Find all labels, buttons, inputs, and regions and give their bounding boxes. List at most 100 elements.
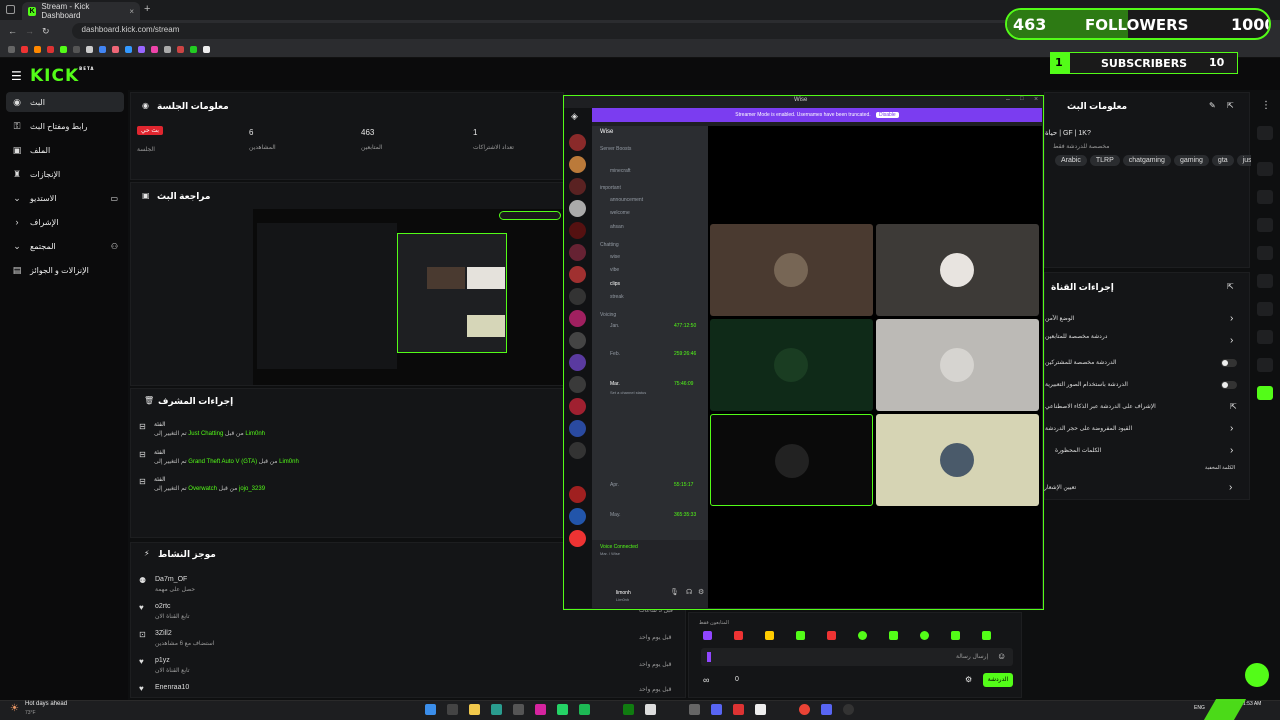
voice-tile[interactable]: [876, 319, 1039, 411]
channel-item[interactable]: welcome: [610, 210, 630, 216]
disable-streamer-mode-button[interactable]: Disable: [876, 112, 899, 118]
bookmark-green-icon[interactable]: [190, 46, 197, 53]
channel-action-item[interactable]: الكلمة المخفية: [1205, 465, 1235, 471]
server-icon[interactable]: [569, 156, 586, 173]
tag-chip[interactable]: gaming: [1173, 155, 1209, 166]
forward-icon[interactable]: →: [25, 26, 34, 36]
taskbar-clock[interactable]: 1:53 AM: [1243, 701, 1261, 707]
rail-chat-button[interactable]: [1257, 246, 1273, 260]
channel-action-item[interactable]: القيود المفروضة على حجر الدردشة: [1045, 425, 1132, 432]
window-minimize-icon[interactable]: –: [1006, 96, 1010, 103]
voice-tile[interactable]: [710, 414, 873, 506]
chevron-right-icon[interactable]: ›: [1230, 423, 1233, 434]
emote-icon[interactable]: [951, 631, 960, 640]
emote-icon[interactable]: [703, 631, 712, 640]
toggle-switch[interactable]: [1221, 359, 1237, 367]
window-close-icon[interactable]: ×: [1034, 96, 1038, 103]
sidebar-item-drops[interactable]: ▤ الإنزالات و الجوائز: [6, 260, 124, 280]
voice-channel[interactable]: Mar.: [610, 381, 620, 387]
sidebar-item-stream[interactable]: ◉ البث: [6, 92, 124, 112]
tag-chip[interactable]: Arabic: [1055, 155, 1087, 166]
rail-edit-button[interactable]: [1257, 126, 1273, 140]
server-icon[interactable]: [569, 310, 586, 327]
sidebar-item-stream-key[interactable]: ⚿ رابط ومفتاح البث: [6, 116, 124, 136]
voice-channel[interactable]: Jan.: [610, 323, 619, 329]
channel-action-item[interactable]: الدردشة مخصصة للمشتركين: [1045, 359, 1117, 366]
chevron-right-icon[interactable]: ›: [1230, 335, 1233, 346]
kick-logo[interactable]: KICKBETA: [30, 66, 94, 86]
channel-action-item[interactable]: الدردشة باستخدام الصور التعبيرية: [1045, 381, 1128, 388]
browser-tab[interactable]: K Stream - Kick Dashboard ×: [22, 2, 140, 20]
rail-more-icon[interactable]: ⋮: [1261, 100, 1271, 111]
window-menu-icon[interactable]: [6, 5, 15, 14]
bookmark-google-icon[interactable]: [99, 46, 106, 53]
infinity-icon[interactable]: ∞: [703, 675, 709, 685]
url-field[interactable]: dashboard.kick.com/stream: [71, 23, 1032, 39]
tag-chip[interactable]: gta: [1211, 155, 1234, 166]
obs-icon[interactable]: [843, 704, 854, 715]
channel-item[interactable]: wise: [610, 254, 620, 260]
language-indicator[interactable]: ENG: [1194, 705, 1205, 711]
file-explorer-icon[interactable]: [469, 704, 480, 715]
voice-channel[interactable]: Apr.: [610, 482, 619, 488]
server-icon[interactable]: [569, 288, 586, 305]
tag-chip[interactable]: TLRP: [1089, 155, 1120, 166]
rail-bolt-button[interactable]: [1257, 190, 1273, 204]
settings-icon[interactable]: [689, 704, 700, 715]
bookmark-dark-icon[interactable]: [73, 46, 80, 53]
external-link-icon[interactable]: ⇱: [1230, 402, 1237, 411]
rail-share-button[interactable]: [1257, 358, 1273, 372]
chevron-right-icon[interactable]: ›: [1229, 482, 1232, 493]
edge-icon[interactable]: [491, 704, 502, 715]
server-icon[interactable]: [569, 200, 586, 217]
server-icon[interactable]: [569, 508, 586, 525]
spotify-icon[interactable]: [579, 704, 590, 715]
emote-icon[interactable]: [827, 631, 836, 640]
channel-action-item[interactable]: الإشراف على الدردشة عبر الذكاء الاصطناعي: [1045, 403, 1156, 410]
reload-icon[interactable]: ↻: [42, 26, 50, 37]
chevron-right-icon[interactable]: ›: [1230, 445, 1233, 456]
bookmark-white-icon[interactable]: [203, 46, 210, 53]
server-icon[interactable]: [569, 530, 586, 547]
rail-wrench-button[interactable]: [1257, 330, 1273, 344]
server-icon[interactable]: [569, 420, 586, 437]
hamburger-menu-icon[interactable]: ☰: [11, 69, 22, 83]
bookmark-orange-icon[interactable]: [112, 46, 119, 53]
emote-icon[interactable]: [889, 631, 898, 640]
toggle-switch[interactable]: [1221, 381, 1237, 389]
channel-category[interactable]: important: [600, 185, 621, 191]
bookmark-x-icon[interactable]: [177, 46, 184, 53]
record-icon[interactable]: [733, 704, 744, 715]
channel-action-item[interactable]: تعيين الإشعار: [1044, 484, 1076, 491]
bookmark-firefox-icon[interactable]: [34, 46, 41, 53]
channel-category[interactable]: Voicing: [600, 312, 616, 318]
apps-icon[interactable]: [8, 46, 15, 53]
sidebar-item-achievements[interactable]: ♜ الإنجازات: [6, 164, 124, 184]
chevron-right-icon[interactable]: ›: [1230, 313, 1233, 324]
xbox-icon[interactable]: [623, 704, 634, 715]
rail-camera-button[interactable]: [1257, 162, 1273, 176]
channel-item[interactable]: streak: [610, 294, 624, 300]
voice-channel[interactable]: May.: [610, 512, 620, 518]
channel-action-item[interactable]: دردشة مخصصة للمتابعين: [1045, 333, 1107, 340]
tag-chip[interactable]: jus: [1236, 155, 1251, 166]
server-icon[interactable]: [569, 332, 586, 349]
chat-settings-icon[interactable]: ⚙: [965, 675, 972, 684]
sidebar-item-profile[interactable]: ▣ الملف: [6, 140, 124, 160]
emote-icon[interactable]: [982, 631, 991, 640]
server-icon[interactable]: [569, 486, 586, 503]
server-name[interactable]: Wise: [600, 129, 613, 135]
bookmark-purple-icon[interactable]: [138, 46, 145, 53]
back-icon[interactable]: ←: [8, 26, 17, 36]
server-icon[interactable]: [569, 134, 586, 151]
search-icon[interactable]: [447, 704, 458, 715]
stream-preview-video[interactable]: [253, 209, 563, 385]
server-icon[interactable]: [569, 354, 586, 371]
weather-icon[interactable]: ☀: [10, 703, 19, 714]
server-icon[interactable]: [569, 442, 586, 459]
start-menu-icon[interactable]: [425, 704, 436, 715]
chat-input[interactable]: إرسال رسالة ☺: [701, 648, 1013, 666]
channel-item[interactable]: ahsan: [610, 224, 624, 230]
channel-action-item[interactable]: الوضع الآمن: [1045, 315, 1074, 322]
epic-icon[interactable]: [645, 704, 656, 715]
